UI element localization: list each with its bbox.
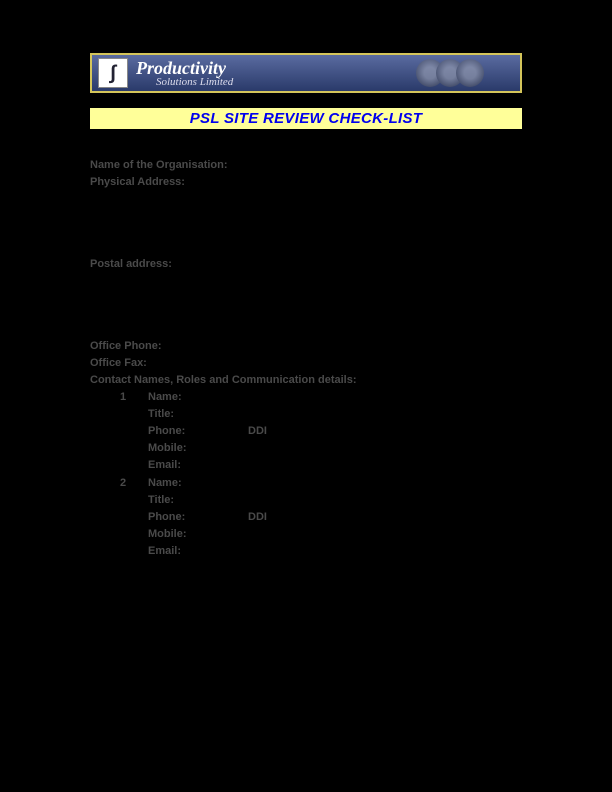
document-page: ∫ Productivity Solutions Limited PSL SIT… (0, 0, 612, 560)
contact-phone-row: Phone: DDI (90, 509, 522, 526)
banner-subtitle: Solutions Limited (156, 77, 233, 88)
physical-address-label: Physical Address: (90, 174, 522, 191)
contact-mobile-label: Mobile: (90, 526, 522, 543)
org-name-label: Name of the Organisation: (90, 157, 522, 174)
form-body: Name of the Organisation: Physical Addre… (90, 157, 522, 560)
contact-phone-row: Phone: DDI (90, 423, 522, 440)
contact-title-label: Title: (90, 492, 522, 509)
banner-text: Productivity Solutions Limited (136, 59, 233, 88)
gear-icon (456, 59, 484, 87)
contact-row: 1 Name: (90, 389, 522, 406)
contact-ddi-label: DDI (248, 423, 267, 440)
contacts-heading: Contact Names, Roles and Communication d… (90, 372, 522, 389)
contact-number: 2 (120, 475, 148, 492)
office-phone-label: Office Phone: (90, 338, 522, 355)
contact-mobile-label: Mobile: (90, 440, 522, 457)
contact-number: 1 (120, 389, 148, 406)
contact-phone-label: Phone: (148, 509, 248, 526)
contact-ddi-label: DDI (248, 509, 267, 526)
banner-title: Productivity (136, 59, 233, 77)
contact-name-label: Name: (148, 389, 182, 406)
contact-title-label: Title: (90, 406, 522, 423)
contact-email-label: Email: (90, 543, 522, 560)
office-fax-label: Office Fax: (90, 355, 522, 372)
contact-phone-label: Phone: (148, 423, 248, 440)
contact-name-label: Name: (148, 475, 182, 492)
contact-email-label: Email: (90, 457, 522, 474)
page-title: PSL SITE REVIEW CHECK-LIST (90, 108, 522, 129)
banner: ∫ Productivity Solutions Limited (90, 53, 522, 93)
contact-row: 2 Name: (90, 475, 522, 492)
postal-address-label: Postal address: (90, 256, 522, 273)
banner-decoration (380, 55, 520, 91)
logo-icon: ∫ (98, 58, 128, 88)
